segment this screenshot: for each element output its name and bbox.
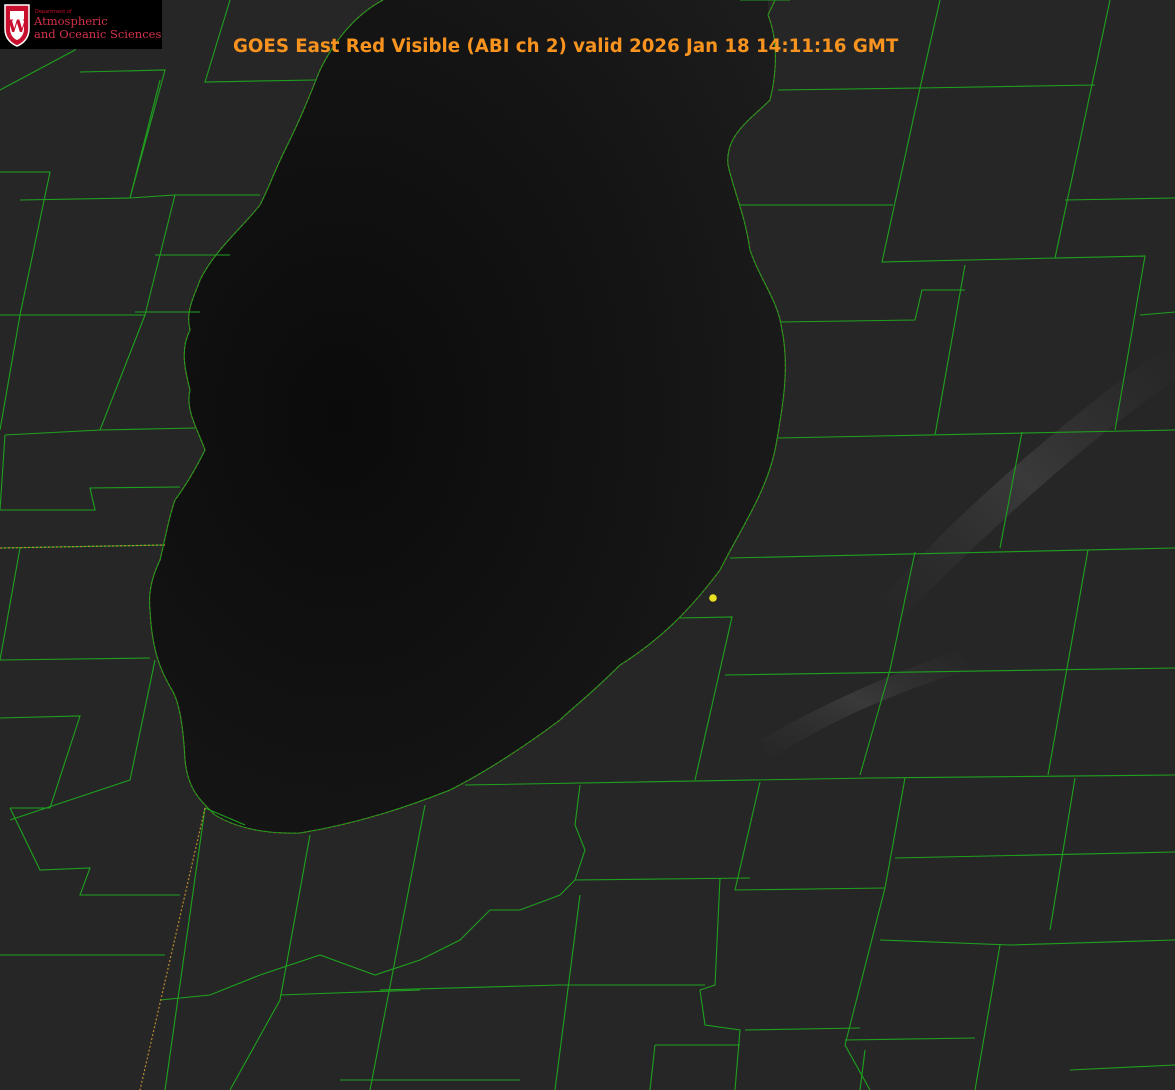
crest-letter: W: [6, 17, 27, 37]
uw-crest-icon: W: [4, 4, 30, 47]
logo-line-1: Atmospheric: [34, 14, 108, 28]
location-dot-icon: [709, 594, 717, 602]
image-title: GOES East Red Visible (ABI ch 2) valid 2…: [233, 36, 899, 57]
satellite-map: [0, 0, 1175, 1090]
logo-line-2: and Oceanic Sciences: [34, 27, 162, 41]
uw-aos-logo: W Department of Atmospheric and Oceanic …: [0, 0, 162, 49]
